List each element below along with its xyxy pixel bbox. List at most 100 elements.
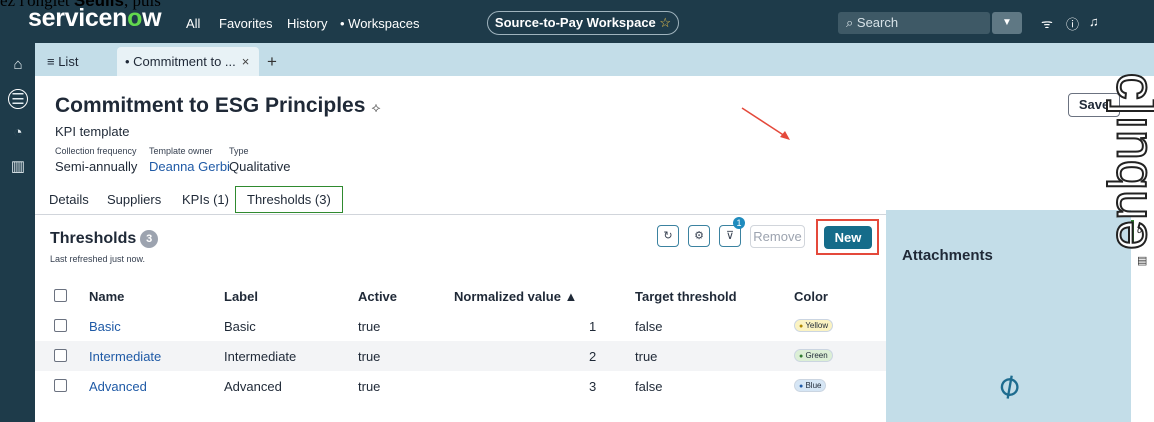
row-checkbox[interactable] [54, 379, 67, 392]
nav-workspaces[interactable]: • Workspaces [340, 16, 419, 31]
row-label: Advanced [224, 379, 282, 394]
dashboard-icon[interactable]: ◔ [8, 123, 28, 143]
meta-label-owner: Template owner [149, 146, 213, 156]
new-button-highlight: New [816, 219, 879, 255]
row-checkbox[interactable] [54, 319, 67, 332]
subtab-details[interactable]: Details [49, 192, 89, 207]
top-nav: servicenow All Favorites History • Works… [0, 0, 1154, 43]
meta-label-frequency: Collection frequency [55, 146, 137, 156]
tab-commitment-label: • Commitment to ... [125, 54, 236, 69]
row-active: true [358, 319, 381, 334]
row-label: Intermediate [224, 349, 297, 364]
page: ez l'onglet Seuils, puis servicenow All … [0, 0, 1154, 422]
row-checkbox[interactable] [54, 349, 67, 362]
tab-list[interactable]: ≡ List [39, 47, 117, 76]
column-color[interactable]: Color [794, 289, 828, 304]
row-name-link[interactable]: Advanced [89, 379, 147, 394]
tag-icon[interactable]: ⟡ [371, 99, 380, 115]
overlay-caption-prefix: ez l'onglet [0, 0, 74, 10]
table-row[interactable]: Intermediate Intermediate true 2 true ● … [35, 341, 886, 371]
close-icon[interactable]: × [242, 54, 250, 69]
analytics-icon[interactable]: ▥ [8, 157, 28, 177]
thresholds-list: Thresholds 3 Last refreshed just now. ↻ ⚙… [35, 216, 886, 422]
overlay-caption-bold: Seuils [73, 0, 124, 10]
remove-button[interactable]: Remove [750, 225, 805, 248]
table-row[interactable]: Advanced Advanced true 3 false ● Blue [35, 371, 886, 401]
meta-value-type: Qualitative [229, 159, 291, 174]
list-icon[interactable]: ☰ [8, 89, 28, 109]
color-badge-label: Yellow [805, 321, 829, 330]
add-tab-button[interactable]: + [267, 52, 277, 72]
tab-list-label: ≡ List [47, 54, 79, 69]
thresholds-heading: Thresholds 3 [50, 230, 159, 248]
workspace-pill[interactable]: Source-to-Pay Workspace ☆ [487, 11, 679, 35]
column-active[interactable]: Active [358, 289, 397, 304]
page-title: Commitment to ESG Principles ⟡ [55, 94, 381, 118]
color-badge: ● Blue [794, 379, 827, 392]
refresh-icon[interactable]: ↻ [657, 225, 679, 247]
left-rail: ⌂ ☰ ◔ ▥ [0, 43, 35, 422]
chevron-down-icon: ▼ [1002, 17, 1012, 28]
search-icon: ⌕ [846, 15, 854, 30]
color-badge-label: Green [805, 351, 828, 360]
thresholds-count-badge: 3 [140, 230, 159, 248]
column-target-threshold[interactable]: Target threshold [635, 289, 737, 304]
help-icon[interactable]: ⓘ [1066, 14, 1079, 33]
column-normalized-value[interactable]: Normalized value ▲ [454, 289, 577, 304]
meta-value-frequency: Semi-annually [55, 159, 138, 174]
table-header: Name Label Active Normalized value ▲ Tar… [35, 281, 886, 311]
overlay-caption: ez l'onglet Seuils, puis [0, 0, 161, 11]
overlay-caption-suffix: , puis [123, 0, 161, 10]
search-placeholder: Search [856, 15, 899, 30]
page-title-text: Commitment to ESG Principles [55, 94, 366, 117]
row-normalized-value: 3 [589, 379, 597, 394]
new-button[interactable]: New [824, 226, 872, 249]
subtab-suppliers[interactable]: Suppliers [107, 192, 161, 207]
conversation-icon[interactable]: ᯤ [1041, 14, 1053, 32]
home-icon[interactable]: ⌂ [8, 55, 28, 75]
row-active: true [358, 349, 381, 364]
gear-icon[interactable]: ⚙ [688, 225, 710, 247]
callout-arrow [741, 107, 790, 140]
row-normalized-value: 2 [589, 349, 597, 364]
thresholds-heading-text: Thresholds [50, 230, 137, 247]
select-all-checkbox[interactable] [54, 289, 67, 302]
column-label[interactable]: Label [224, 289, 258, 304]
color-badge: ● Yellow [794, 319, 834, 332]
row-label: Basic [224, 319, 256, 334]
attachments-panel: Attachments ⌀ [886, 210, 1131, 422]
record-subtitle: KPI template [55, 124, 130, 139]
subtab-kpis[interactable]: KPIs (1) [182, 192, 229, 207]
table-row[interactable]: Basic Basic true 1 false ● Yellow [35, 311, 886, 341]
nav-history[interactable]: History [287, 16, 327, 31]
last-refreshed-text: Last refreshed just now. [50, 254, 146, 264]
tab-commitment[interactable]: • Commitment to ... × [117, 47, 259, 76]
filter-count-badge: 1 [733, 217, 745, 229]
workspace-pill-label: Source-to-Pay Workspace [494, 15, 656, 30]
color-badge: ● Green [794, 349, 833, 362]
row-target-threshold: false [635, 319, 663, 334]
meta-value-owner[interactable]: Deanna Gerbi [149, 159, 230, 174]
column-name[interactable]: Name [89, 289, 124, 304]
notifications-icon[interactable]: ♫ [1089, 14, 1099, 29]
overlay-vertical-text: enbuı[ɔ [1097, 72, 1154, 251]
tab-strip: ≡ List • Commitment to ... × + [35, 43, 1154, 76]
document-icon[interactable]: ▤ [1137, 254, 1147, 267]
row-normalized-value: 1 [589, 319, 597, 334]
row-name-link[interactable]: Intermediate [89, 349, 161, 364]
row-name-link[interactable]: Basic [89, 319, 121, 334]
row-target-threshold: true [635, 349, 658, 364]
search-scope-dropdown[interactable]: ▼ [992, 12, 1022, 34]
nav-all[interactable]: All [186, 16, 200, 31]
paperclip-icon: ⌀ [988, 363, 1028, 407]
attachments-title: Attachments [902, 247, 993, 264]
row-active: true [358, 379, 381, 394]
row-target-threshold: false [635, 379, 663, 394]
record-subtabs: Details Suppliers KPIs (1) Thresholds (3… [35, 186, 886, 215]
meta-label-type: Type [229, 146, 249, 156]
search-input[interactable]: ⌕ Search [838, 12, 990, 34]
star-icon[interactable]: ☆ [659, 15, 671, 30]
color-badge-label: Blue [805, 381, 822, 390]
nav-favorites[interactable]: Favorites [219, 16, 272, 31]
subtab-thresholds[interactable]: Thresholds (3) [235, 186, 343, 213]
